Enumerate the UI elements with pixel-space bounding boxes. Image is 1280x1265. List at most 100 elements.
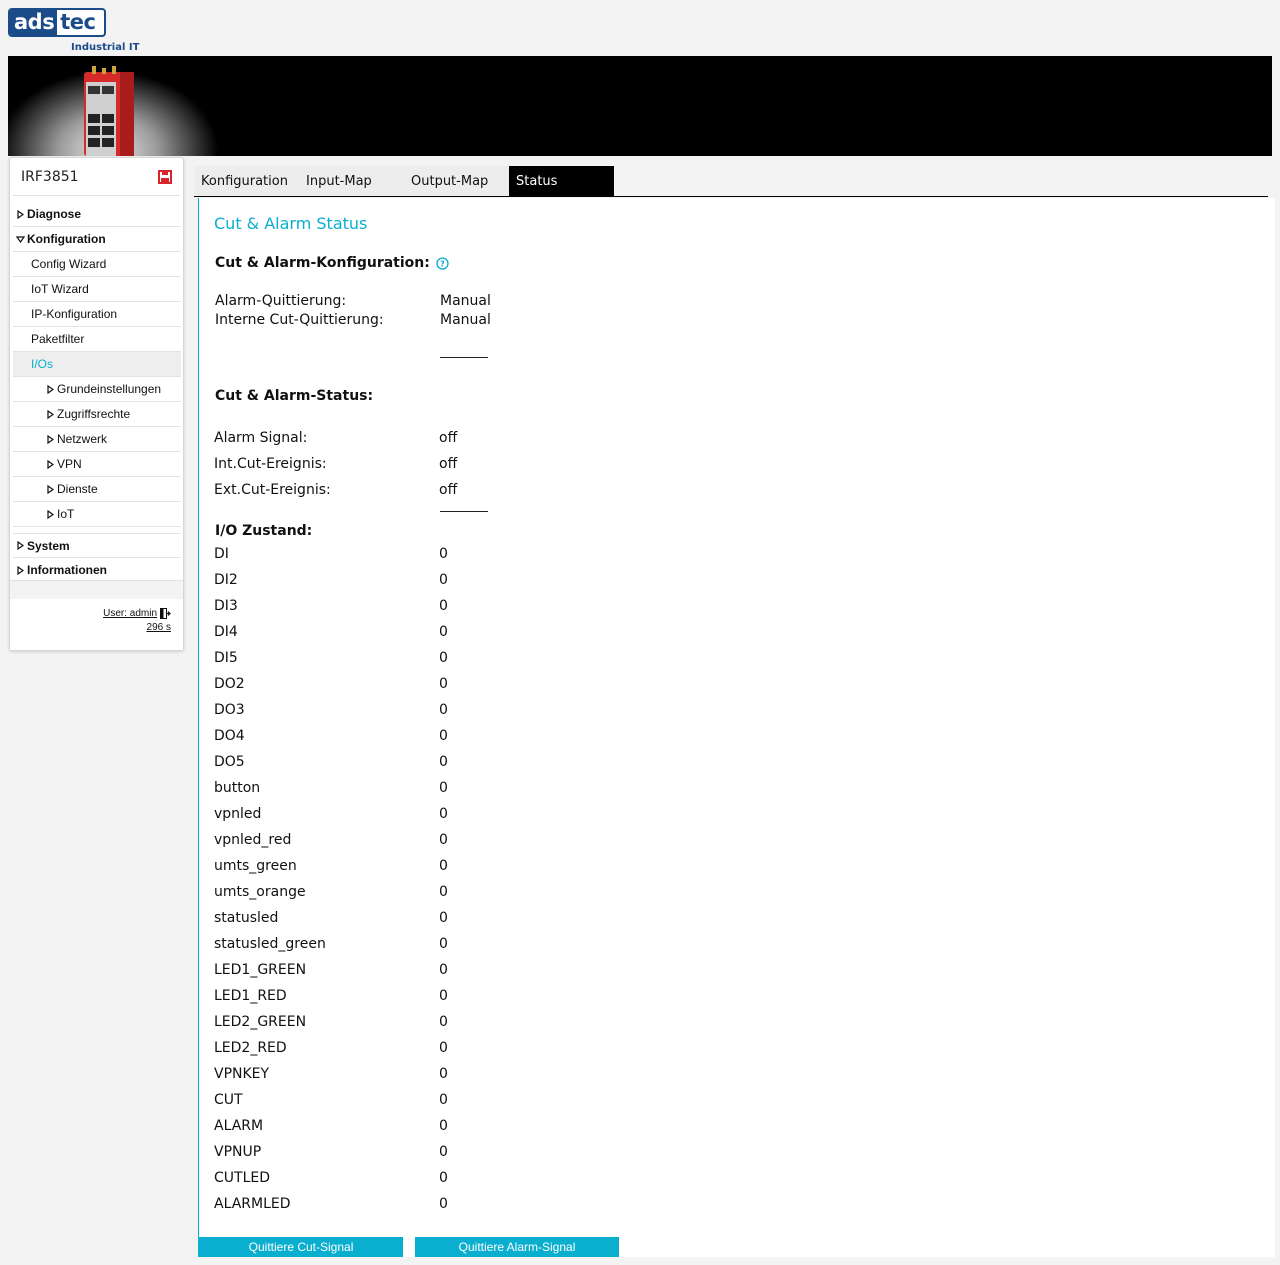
io-value: 0 xyxy=(439,858,448,874)
sidebar-item-ios[interactable]: I/Os xyxy=(13,352,181,377)
io-value: 0 xyxy=(439,988,448,1004)
triangle-right-icon xyxy=(43,384,57,394)
logo-left-text: ads xyxy=(10,10,58,35)
sidebar-item-label: Konfiguration xyxy=(27,232,106,246)
triangle-right-icon xyxy=(43,409,57,419)
row-label: Alarm-Quittierung: xyxy=(215,293,347,309)
io-label: DI2 xyxy=(214,572,238,588)
triangle-right-icon xyxy=(43,484,57,494)
ack-alarm-button[interactable]: Quittiere Alarm-Signal xyxy=(415,1237,619,1257)
sidebar-item-label: IoT Wizard xyxy=(31,282,89,296)
main-content: Cut & Alarm Status Cut & Alarm-Konfigura… xyxy=(198,198,1275,1257)
io-label: DO4 xyxy=(214,728,245,744)
triangle-right-icon xyxy=(13,565,27,575)
io-label: statusled_green xyxy=(214,936,326,952)
sidebar-item-zugriffsrechte[interactable]: Zugriffsrechte xyxy=(13,402,181,427)
io-label: DI xyxy=(214,546,229,562)
sidebar-item-ip-konfiguration[interactable]: IP-Konfiguration xyxy=(13,302,181,327)
io-label: VPNKEY xyxy=(214,1066,270,1082)
sidebar-item-label: Config Wizard xyxy=(31,257,107,271)
tab-konfiguration[interactable]: Konfiguration xyxy=(194,166,299,196)
io-label: vpnled_red xyxy=(214,832,292,848)
io-value: 0 xyxy=(439,910,448,926)
io-label: LED1_RED xyxy=(214,988,287,1004)
sidebar-item-system[interactable]: System xyxy=(13,533,181,558)
device-name: IRF3851 xyxy=(21,168,79,185)
io-value: 0 xyxy=(439,676,448,692)
io-label: DI5 xyxy=(214,650,238,666)
sidebar-item-netzwerk[interactable]: Netzwerk xyxy=(13,427,181,452)
sidebar-item-label: IP-Konfiguration xyxy=(31,307,118,321)
io-value: 0 xyxy=(439,1014,448,1030)
row-value: off xyxy=(439,456,458,472)
sidebar-item-diagnose[interactable]: Diagnose xyxy=(13,202,181,227)
sidebar-footer: User: admin 296 s xyxy=(10,580,183,650)
io-label: button xyxy=(214,780,261,796)
row-value: Manual xyxy=(440,312,491,328)
io-value: 0 xyxy=(439,624,448,640)
io-label: CUT xyxy=(214,1092,243,1108)
help-icon[interactable]: ? xyxy=(436,256,449,270)
sidebar-item-iot[interactable]: IoT xyxy=(13,502,181,527)
sidebar-item-vpn[interactable]: VPN xyxy=(13,452,181,477)
logo-tagline: Industrial IT xyxy=(71,42,140,53)
io-value: 0 xyxy=(439,962,448,978)
triangle-right-icon xyxy=(43,459,57,469)
sidebar-item-iot-wizard[interactable]: IoT Wizard xyxy=(13,277,181,302)
io-value: 0 xyxy=(439,1170,448,1186)
triangle-down-icon xyxy=(13,235,27,243)
io-label: DO5 xyxy=(214,754,245,770)
io-value: 0 xyxy=(439,832,448,848)
sidebar-item-label: Diagnose xyxy=(27,207,82,221)
sidebar-item-label: Dienste xyxy=(57,482,98,496)
io-value: 0 xyxy=(439,1066,448,1082)
io-value: 0 xyxy=(439,936,448,952)
sidebar-item-label: System xyxy=(27,538,70,553)
io-value: 0 xyxy=(439,650,448,666)
sidebar-item-label: Grundeinstellungen xyxy=(57,382,162,396)
io-value: 0 xyxy=(439,806,448,822)
io-label: ALARM xyxy=(214,1118,264,1134)
sidebar-item-label: Netzwerk xyxy=(57,432,108,446)
user-logout-link[interactable]: User: admin xyxy=(103,608,171,619)
sidebar-item-config-wizard[interactable]: Config Wizard xyxy=(13,252,181,277)
config-heading: Cut & Alarm-Konfiguration: ? xyxy=(215,255,449,271)
io-value: 0 xyxy=(439,1092,448,1108)
ack-cut-button[interactable]: Quittiere Cut-Signal xyxy=(199,1237,403,1257)
io-value: 0 xyxy=(439,754,448,770)
status-heading: Cut & Alarm-Status: xyxy=(215,388,373,404)
sidebar-item-label: Informationen xyxy=(27,563,107,577)
sidebar-item-grundeinstellungen[interactable]: Grundeinstellungen xyxy=(13,377,181,402)
adstec-logo: ads tec Industrial IT xyxy=(8,8,148,54)
row-label: Interne Cut-Quittierung: xyxy=(215,312,384,328)
io-value: 0 xyxy=(439,702,448,718)
io-label: DI3 xyxy=(214,598,238,614)
sidebar-item-label: VPN xyxy=(57,457,82,471)
config-heading-text: Cut & Alarm-Konfiguration: xyxy=(215,255,430,271)
io-value: 0 xyxy=(439,884,448,900)
status-heading-text: Cut & Alarm-Status: xyxy=(215,388,374,404)
sidebar-item-paketfilter[interactable]: Paketfilter xyxy=(13,327,181,352)
io-label: DI4 xyxy=(214,624,238,640)
row-value: off xyxy=(439,430,458,446)
io-label: umts_green xyxy=(214,858,297,874)
triangle-right-icon xyxy=(43,509,57,519)
io-value: 0 xyxy=(439,1144,448,1160)
io-value: 0 xyxy=(439,780,448,796)
tab-status[interactable]: Status xyxy=(509,166,614,196)
tab-input-map[interactable]: Input-Map xyxy=(299,166,404,196)
sidebar-item-konfiguration[interactable]: Konfiguration xyxy=(13,227,181,252)
row-label: Alarm Signal: xyxy=(214,430,308,446)
session-timer[interactable]: 296 s xyxy=(147,622,171,633)
sidebar-item-label: Zugriffsrechte xyxy=(57,407,131,421)
io-value: 0 xyxy=(439,572,448,588)
logo-right-text: tec xyxy=(60,10,96,34)
sidebar-header: IRF3851 xyxy=(13,158,180,196)
tab-output-map[interactable]: Output-Map xyxy=(404,166,509,196)
io-label: umts_orange xyxy=(214,884,306,900)
svg-text:?: ? xyxy=(440,259,445,268)
sidebar-item-dienste[interactable]: Dienste xyxy=(13,477,181,502)
floppy-disk-icon[interactable] xyxy=(158,169,172,184)
io-label: CUTLED xyxy=(214,1170,270,1186)
io-label: ALARMLED xyxy=(214,1196,291,1212)
